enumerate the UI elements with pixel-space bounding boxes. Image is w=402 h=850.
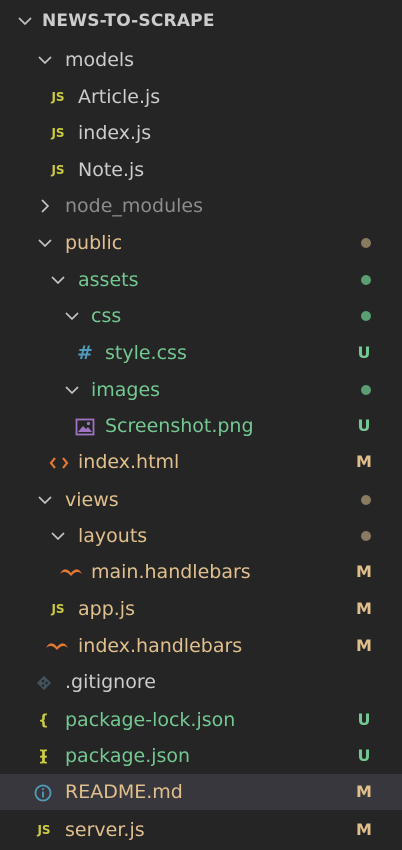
tree-item-images-folder[interactable]: images xyxy=(0,372,402,408)
json-file-icon: { } xyxy=(38,711,50,765)
tree-item-node-modules-folder[interactable]: node_modules xyxy=(0,188,402,224)
chevron-right-icon xyxy=(37,198,53,214)
project-title: NEWS-TO-SCRAPE xyxy=(42,11,215,31)
git-status-badge: M xyxy=(356,452,372,471)
tree-item-label: images xyxy=(91,379,161,401)
chevron-down-icon xyxy=(37,492,53,508)
chevron-down-icon xyxy=(64,382,80,398)
untracked-dot-indicator xyxy=(361,275,371,285)
modified-dot-indicator xyxy=(361,531,371,541)
tree-item-server-js[interactable]: JS server.js M xyxy=(0,812,402,848)
git-status-badge: U xyxy=(357,343,371,362)
tree-item-readme-md[interactable]: README.md M xyxy=(0,774,402,810)
tree-item-label: README.md xyxy=(65,781,183,803)
tree-item-article-js[interactable]: JS Article.js xyxy=(0,79,402,115)
git-status-badge: M xyxy=(356,562,372,581)
chevron-down-icon xyxy=(64,308,80,324)
tree-item-views-folder[interactable]: views xyxy=(0,482,402,518)
chevron-down-icon xyxy=(50,528,66,544)
tree-item-models-folder[interactable]: models xyxy=(0,42,402,78)
tree-item-label: index.js xyxy=(78,122,152,144)
tree-item-layouts-folder[interactable]: layouts xyxy=(0,518,402,554)
javascript-file-icon: JS xyxy=(51,126,65,140)
tree-item-public-folder[interactable]: public xyxy=(0,225,402,261)
tree-item-label: server.js xyxy=(65,819,145,841)
chevron-down-icon xyxy=(50,272,66,288)
untracked-dot-indicator xyxy=(361,385,371,395)
file-explorer: NEWS-TO-SCRAPE models JS Article.js JS i… xyxy=(0,0,402,850)
tree-item-label: layouts xyxy=(78,525,148,547)
image-file-icon xyxy=(74,408,96,444)
tree-item-label: package-lock.json xyxy=(65,709,236,731)
tree-item-note-js[interactable]: JS Note.js xyxy=(0,152,402,188)
handlebars-file-icon xyxy=(59,554,83,590)
handlebars-file-icon xyxy=(45,628,69,664)
git-status-badge: M xyxy=(356,782,372,801)
tree-item-style-css[interactable]: # style.css U xyxy=(0,335,402,371)
git-status-badge: U xyxy=(357,710,371,729)
chevron-down-icon xyxy=(37,235,53,251)
tree-item-app-js[interactable]: JS app.js M xyxy=(0,591,402,627)
tree-item-label: style.css xyxy=(105,342,187,364)
tree-item-label: models xyxy=(65,49,135,71)
git-status-badge: U xyxy=(357,416,371,435)
css-file-icon: # xyxy=(77,342,93,364)
tree-item-label: public xyxy=(65,232,123,254)
tree-item-label: .gitignore xyxy=(65,671,156,693)
tree-item-label: Article.js xyxy=(78,86,161,108)
tree-item-label: Screenshot.png xyxy=(105,415,254,437)
git-file-icon xyxy=(34,664,54,700)
tree-item-gitignore[interactable]: .gitignore xyxy=(0,664,402,700)
tree-item-label: views xyxy=(65,489,119,511)
tree-item-main-handlebars[interactable]: main.handlebars M xyxy=(0,554,402,590)
tree-item-css-folder[interactable]: css xyxy=(0,298,402,334)
tree-item-label: css xyxy=(91,305,122,327)
tree-item-index-handlebars[interactable]: index.handlebars M xyxy=(0,628,402,664)
git-status-badge: M xyxy=(356,636,372,655)
tree-item-label: Note.js xyxy=(78,159,145,181)
tree-item-screenshot-png[interactable]: Screenshot.png U xyxy=(0,408,402,444)
chevron-down-icon xyxy=(37,52,53,68)
javascript-file-icon: JS xyxy=(51,90,65,104)
javascript-file-icon: JS xyxy=(51,602,65,616)
javascript-file-icon: JS xyxy=(51,163,65,177)
tree-item-package-lock-json[interactable]: { } package-lock.json U xyxy=(0,702,402,765)
modified-dot-indicator xyxy=(361,238,371,248)
tree-item-label: main.handlebars xyxy=(91,561,251,583)
tree-item-index-js[interactable]: JS index.js xyxy=(0,115,402,151)
git-status-badge: U xyxy=(357,746,371,765)
tree-item-label: assets xyxy=(78,269,139,291)
tree-item-label: app.js xyxy=(78,598,135,620)
tree-item-index-html[interactable]: index.html M xyxy=(0,444,402,480)
tree-item-label: index.html xyxy=(78,451,180,473)
tree-item-label: package.json xyxy=(65,745,191,767)
info-icon xyxy=(33,774,53,810)
tree-item-assets-folder[interactable]: assets xyxy=(0,262,402,298)
tree-item-label: node_modules xyxy=(65,195,204,217)
tree-item-label: index.handlebars xyxy=(78,635,243,657)
explorer-section-header[interactable]: NEWS-TO-SCRAPE xyxy=(0,4,402,38)
git-status-badge: M xyxy=(356,599,372,618)
git-status-badge: M xyxy=(356,820,372,839)
javascript-file-icon: JS xyxy=(37,823,51,837)
untracked-dot-indicator xyxy=(361,311,371,321)
chevron-down-icon xyxy=(17,13,33,29)
json-file-icon: { } xyxy=(38,747,50,801)
html-file-icon xyxy=(49,444,69,480)
modified-dot-indicator xyxy=(361,495,371,505)
tree-item-package-json[interactable]: { } package.json U xyxy=(0,738,402,801)
